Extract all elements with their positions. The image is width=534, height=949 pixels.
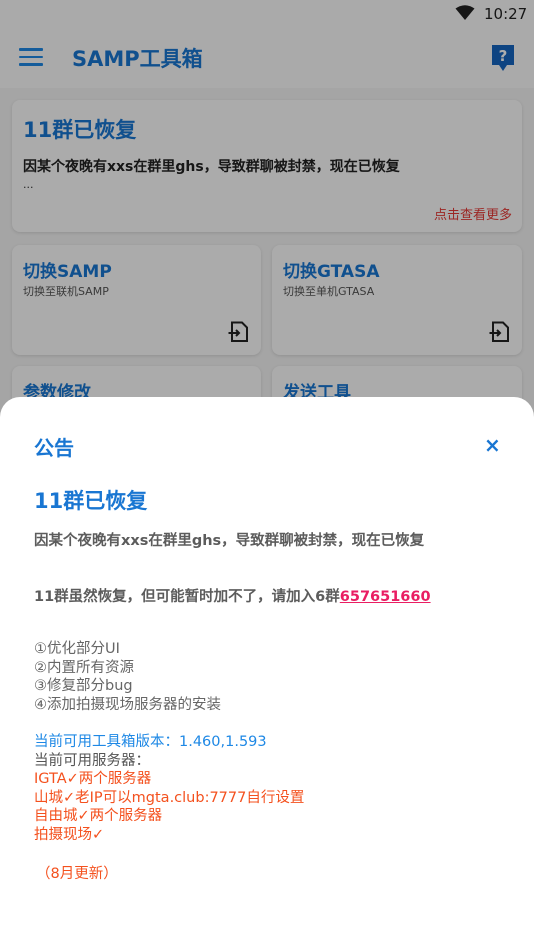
version-line: 当前可用工具箱版本：1.460,1.593 <box>34 734 267 750</box>
servers-label: 当前可用服务器： <box>34 752 150 769</box>
server-item: 山城✓老IP可以mgta.club:7777自行设置 <box>34 789 305 806</box>
dialog-join-paragraph: 11群虽然恢复，但可能暂时加不了，请加入6群657651660 <box>34 585 431 606</box>
changelog-item: ①优化部分UI <box>34 641 120 657</box>
changelog-item: ②内置所有资源 <box>34 659 134 676</box>
join-text: 11群虽然恢复，但可能暂时加不了，请加入6群 <box>34 589 340 605</box>
changelog-list: ①优化部分UI ②内置所有资源 ③修复部分bug ④添加拍摄现场服务器的安装 <box>34 640 221 714</box>
group-number-link[interactable]: 657651660 <box>340 589 431 605</box>
dialog-paragraph: 因某个夜晚有xxs在群里ghs，导致群聊被封禁，现在已恢复 <box>34 533 425 549</box>
update-note: （8月更新） <box>36 866 118 882</box>
changelog-item: ④添加拍摄现场服务器的安装 <box>34 696 221 713</box>
server-item: 自由城✓两个服务器 <box>34 808 163 825</box>
close-icon[interactable]: × <box>484 435 501 455</box>
server-item: IGTA✓两个服务器 <box>34 771 152 788</box>
server-item: 拍摄现场✓ <box>34 826 105 843</box>
dialog-heading: 11群已恢复 <box>34 489 148 513</box>
server-info: 当前可用工具箱版本：1.460,1.593 当前可用服务器： IGTA✓两个服务… <box>34 733 304 845</box>
dialog-title: 公告 <box>34 436 74 460</box>
announcement-dialog: 公告 × 11群已恢复 因某个夜晚有xxs在群里ghs，导致群聊被封禁，现在已恢… <box>0 397 534 949</box>
changelog-item: ③修复部分bug <box>34 678 133 695</box>
